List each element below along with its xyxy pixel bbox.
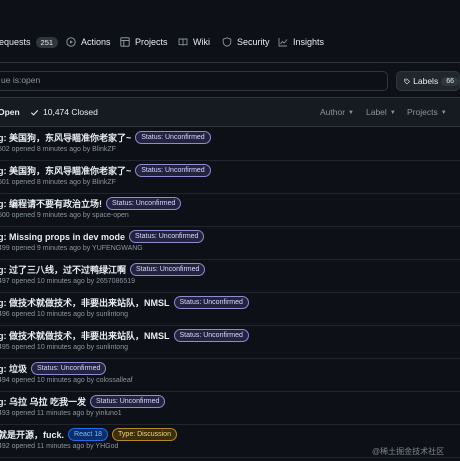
- tag-icon: [404, 78, 410, 84]
- issue-title[interactable]: g: 编程请不要有政治立场!: [0, 197, 102, 210]
- labels-button-label: Labels: [413, 76, 439, 86]
- issue-row[interactable]: g: 编程请不要有政治立场! Status: Unconfirmed 500 ope…: [0, 193, 460, 227]
- tab-insights[interactable]: Insights: [278, 34, 324, 50]
- tab-security[interactable]: Security: [222, 34, 270, 50]
- issue-title-line: g: 乌拉 乌拉 吃我一发 Status: Unconfirmed: [0, 395, 166, 408]
- projects-filter[interactable]: Projects ▼: [407, 107, 447, 117]
- issue-list: Open 10,474 Closed Author ▼ Label ▼ Projec…: [0, 97, 460, 461]
- tab-label: Security: [237, 37, 270, 47]
- tab-projects[interactable]: Projects: [120, 34, 168, 50]
- tab-pull-requests[interactable]: requests 251: [0, 34, 59, 50]
- issue-title-line: g: Missing props in dev mode Status: Unco…: [0, 230, 205, 243]
- closed-filter[interactable]: 10,474 Closed: [30, 107, 98, 117]
- issue-row[interactable]: g: 垃圾 Status: Unconfirmed 494 opened 10 mi…: [0, 358, 460, 392]
- projects-label: Projects: [407, 107, 438, 117]
- issue-label[interactable]: Status: Unconfirmed: [106, 197, 182, 210]
- issue-row[interactable]: g: 做技术就做技术，非要出来站队，NMSL Status: Unconfirme…: [0, 325, 460, 359]
- issue-meta: 500 opened 9 minutes ago by space-open: [0, 212, 129, 219]
- issue-label[interactable]: Status: Unconfirmed: [130, 263, 206, 276]
- tab-label: Insights: [293, 37, 325, 47]
- issue-title-line: g: 编程请不要有政治立场! Status: Unconfirmed: [0, 197, 182, 210]
- issue-meta: 499 opened 9 minutes ago by YUFENGWANG: [0, 245, 143, 252]
- issue-meta: 502 opened 8 minutes ago by BlinkZF: [0, 146, 116, 153]
- issue-label[interactable]: Status: Unconfirmed: [173, 329, 249, 342]
- search-value: ue is:open: [1, 75, 41, 85]
- issue-row[interactable]: g: 乌拉 乌拉 吃我一发 Status: Unconfirmed 493 open…: [0, 391, 460, 425]
- issue-title-line: g: 垃圾 Status: Unconfirmed: [0, 362, 107, 375]
- chevron-down-icon: ▼: [389, 110, 396, 116]
- issue-title[interactable]: g: 做技术就做技术，非要出来站队，NMSL: [0, 296, 170, 309]
- pull-requests-count: 251: [35, 36, 59, 48]
- issue-meta: 492 opened 11 minutes ago by YHGod: [0, 443, 119, 450]
- table-icon: [120, 37, 130, 47]
- issue-row[interactable]: g: 美国狗，东风导瞄准你老家了~ Status: Unconfirmed 501 …: [0, 160, 460, 194]
- issue-row[interactable]: g: 美国狗，东风导瞄准你老家了~ Status: Unconfirmed 502 …: [0, 127, 460, 161]
- shield-icon: [222, 37, 232, 47]
- issue-label[interactable]: Type: Discussion: [112, 428, 177, 441]
- issue-label[interactable]: Status: Unconfirmed: [90, 395, 166, 408]
- issue-title[interactable]: g: 垃圾: [0, 362, 27, 375]
- issue-label[interactable]: Status: Unconfirmed: [129, 230, 205, 243]
- tab-label: Actions: [81, 37, 111, 47]
- issue-title[interactable]: g: 美国狗，东风导瞄准你老家了~: [0, 164, 131, 177]
- issue-meta: 496 opened 10 minutes ago by sunlintong: [0, 311, 128, 318]
- tab-wiki[interactable]: Wiki: [178, 34, 210, 50]
- issue-title[interactable]: 就是开源，fuck.: [0, 428, 64, 441]
- book-icon: [178, 38, 188, 46]
- issue-meta: 501 opened 8 minutes ago by BlinkZF: [0, 179, 116, 186]
- issue-row[interactable]: g: 过了三八线，过不过鸭绿江啊 Status: Unconfirmed 497 o…: [0, 259, 460, 293]
- graph-icon: [278, 38, 288, 47]
- closed-label: 10,474 Closed: [43, 107, 98, 117]
- label-filter-label: Label: [366, 107, 387, 117]
- issue-title[interactable]: g: 做技术就做技术，非要出来站队，NMSL: [0, 329, 170, 342]
- issue-title-line: g: 美国狗，东风导瞄准你老家了~ Status: Unconfirmed: [0, 131, 211, 144]
- labels-count: 66: [441, 76, 459, 86]
- issue-meta: 493 opened 11 minutes ago by yinluno1: [0, 410, 122, 417]
- issue-search-input[interactable]: ue is:open: [0, 71, 388, 91]
- tab-label: Wiki: [193, 37, 210, 47]
- check-icon: [30, 109, 39, 116]
- issue-title[interactable]: g: 美国狗，东风导瞄准你老家了~: [0, 131, 131, 144]
- issue-meta: 494 opened 10 minutes ago by colossallea…: [0, 377, 133, 384]
- label-filter[interactable]: Label ▼: [366, 107, 396, 117]
- tab-label: requests: [0, 37, 31, 47]
- chevron-down-icon: ▼: [348, 110, 354, 116]
- issue-title-line: g: 过了三八线，过不过鸭绿江啊 Status: Unconfirmed: [0, 263, 206, 276]
- issue-label[interactable]: Status: Unconfirmed: [135, 131, 211, 144]
- open-filter[interactable]: Open: [0, 107, 20, 117]
- issue-label[interactable]: React 18: [68, 428, 109, 441]
- tab-actions[interactable]: Actions: [66, 34, 111, 50]
- chevron-down-icon: ▼: [440, 110, 447, 116]
- issue-meta: 497 opened 10 minutes ago by 2657086519: [0, 278, 136, 285]
- labels-button[interactable]: Labels 66: [396, 71, 460, 91]
- watermark: @稀土掘金技术社区: [372, 447, 445, 456]
- issue-row[interactable]: g: 做技术就做技术，非要出来站队，NMSL Status: Unconfirme…: [0, 292, 460, 326]
- issue-label[interactable]: Status: Unconfirmed: [31, 362, 107, 375]
- issue-title-line: g: 做技术就做技术，非要出来站队，NMSL Status: Unconfirme…: [0, 329, 249, 342]
- author-filter[interactable]: Author ▼: [320, 107, 354, 117]
- issue-meta: 495 opened 10 minutes ago by sunlintong: [0, 344, 128, 351]
- issue-list-header: Open 10,474 Closed Author ▼ Label ▼ Projec…: [0, 98, 460, 127]
- issue-row[interactable]: g: Missing props in dev mode Status: Unco…: [0, 226, 460, 260]
- issue-label[interactable]: Status: Unconfirmed: [135, 164, 211, 177]
- issue-label[interactable]: Status: Unconfirmed: [173, 296, 249, 309]
- play-circle-icon: [66, 37, 76, 47]
- author-label: Author: [320, 107, 346, 117]
- issue-title[interactable]: g: 乌拉 乌拉 吃我一发: [0, 395, 86, 408]
- issue-title-line: 就是开源，fuck. React 18 Type: Discussion: [0, 428, 177, 441]
- repo-nav: requests 251 Actions Projects Wiki Secur…: [0, 0, 460, 63]
- tab-label: Projects: [135, 37, 168, 47]
- issue-title-line: g: 做技术就做技术，非要出来站队，NMSL Status: Unconfirme…: [0, 296, 249, 309]
- issue-title-line: g: 美国狗，东风导瞄准你老家了~ Status: Unconfirmed: [0, 164, 211, 177]
- issue-title[interactable]: g: 过了三八线，过不过鸭绿江啊: [0, 263, 126, 276]
- issue-title[interactable]: g: Missing props in dev mode: [0, 232, 125, 242]
